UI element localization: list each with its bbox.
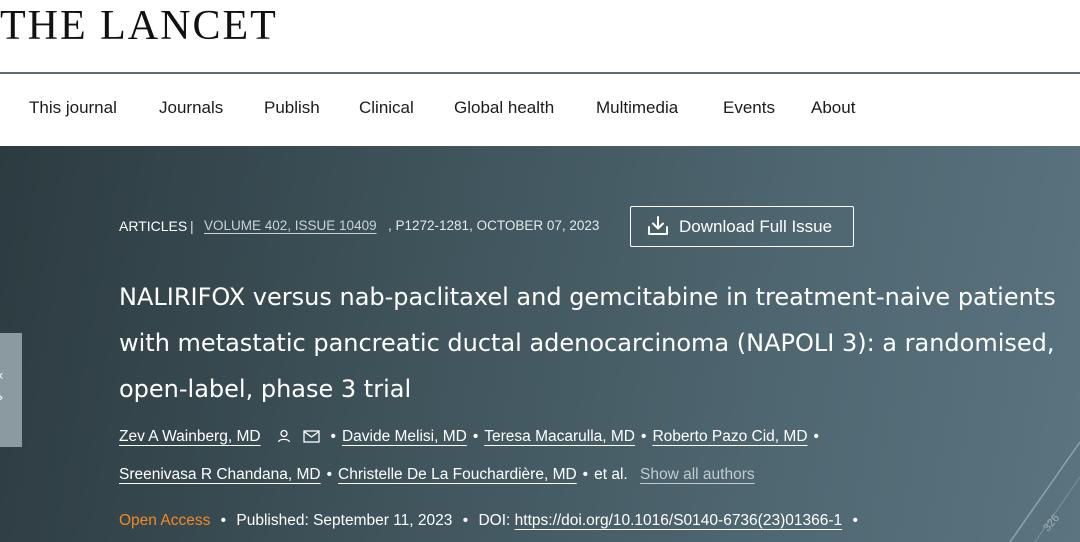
et-al: et al. — [594, 466, 628, 483]
pub-separator: • — [220, 512, 227, 529]
article-type: ARTICLES — [119, 218, 188, 234]
nav-item-multimedia[interactable]: Multimedia — [596, 98, 678, 118]
author-list: Zev A Wainberg, MD • Davide Melisi, MD • Te… — [119, 418, 1019, 494]
author-separator: • — [330, 428, 336, 445]
nav-item-this-journal[interactable]: This journal — [29, 98, 117, 118]
nav-item-about[interactable]: About — [811, 98, 855, 118]
author-link[interactable]: Roberto Pazo Cid, MD — [652, 428, 807, 445]
nav-item-global-health[interactable]: Global health — [454, 98, 554, 118]
lancet-logo[interactable]: THE LANCET — [0, 4, 278, 48]
author-separator: • — [582, 466, 589, 483]
article-header: ‹› ARTICLES | VOLUME 402, ISSUE 10409 , … — [0, 146, 1080, 542]
cover-number: 326 — [1041, 512, 1062, 534]
author-link[interactable]: Christelle De La Fouchardière, MD — [338, 466, 577, 483]
author-separator: • — [326, 466, 333, 483]
author-link[interactable]: Sreenivasa R Chandana, MD — [119, 466, 321, 483]
volume-issue-link[interactable]: VOLUME 402, ISSUE 10409 — [204, 218, 377, 233]
side-panel-toggle[interactable]: ‹› — [0, 333, 22, 447]
download-full-issue-button[interactable]: Download Full Issue — [630, 206, 854, 247]
doi-label: DOI: — [478, 512, 511, 529]
mail-icon[interactable] — [303, 430, 320, 443]
download-icon — [648, 216, 668, 235]
nav-item-clinical[interactable]: Clinical — [359, 98, 414, 118]
published-date: Published: September 11, 2023 — [236, 512, 453, 529]
author-separator: • — [813, 428, 819, 445]
person-icon[interactable] — [277, 429, 291, 443]
nav-item-publish[interactable]: Publish — [264, 98, 320, 118]
pub-separator: • — [462, 512, 469, 529]
show-all-authors-link[interactable]: Show all authors — [640, 466, 755, 483]
author-link[interactable]: Zev A Wainberg, MD — [119, 428, 261, 445]
author-link[interactable]: Teresa Macarulla, MD — [484, 428, 635, 445]
publication-info: Open Access • Published: September 11, 2… — [119, 512, 864, 530]
chevron-icon: ‹› — [0, 365, 4, 409]
pub-separator: • — [852, 512, 858, 529]
nav-item-events[interactable]: Events — [723, 98, 775, 118]
article-title: NALIRIFOX versus nab-paclitaxel and gemc… — [119, 283, 1056, 403]
cover-decoration: 326 — [1009, 441, 1080, 542]
pages-date: , P1272-1281, OCTOBER 07, 2023 — [388, 218, 600, 233]
doi-link[interactable]: https://doi.org/10.1016/S0140-6736(23)01… — [515, 512, 842, 529]
author-separator: • — [641, 428, 647, 445]
meta-separator: | — [190, 218, 194, 234]
main-nav: This journal Journals Publish Clinical G… — [0, 72, 1080, 146]
masthead: THE LANCET — [0, 0, 1080, 72]
download-label: Download Full Issue — [679, 217, 833, 236]
open-access-badge: Open Access — [119, 512, 211, 529]
author-separator: • — [472, 428, 479, 445]
nav-item-journals[interactable]: Journals — [159, 98, 223, 118]
author-link[interactable]: Davide Melisi, MD — [342, 428, 467, 445]
